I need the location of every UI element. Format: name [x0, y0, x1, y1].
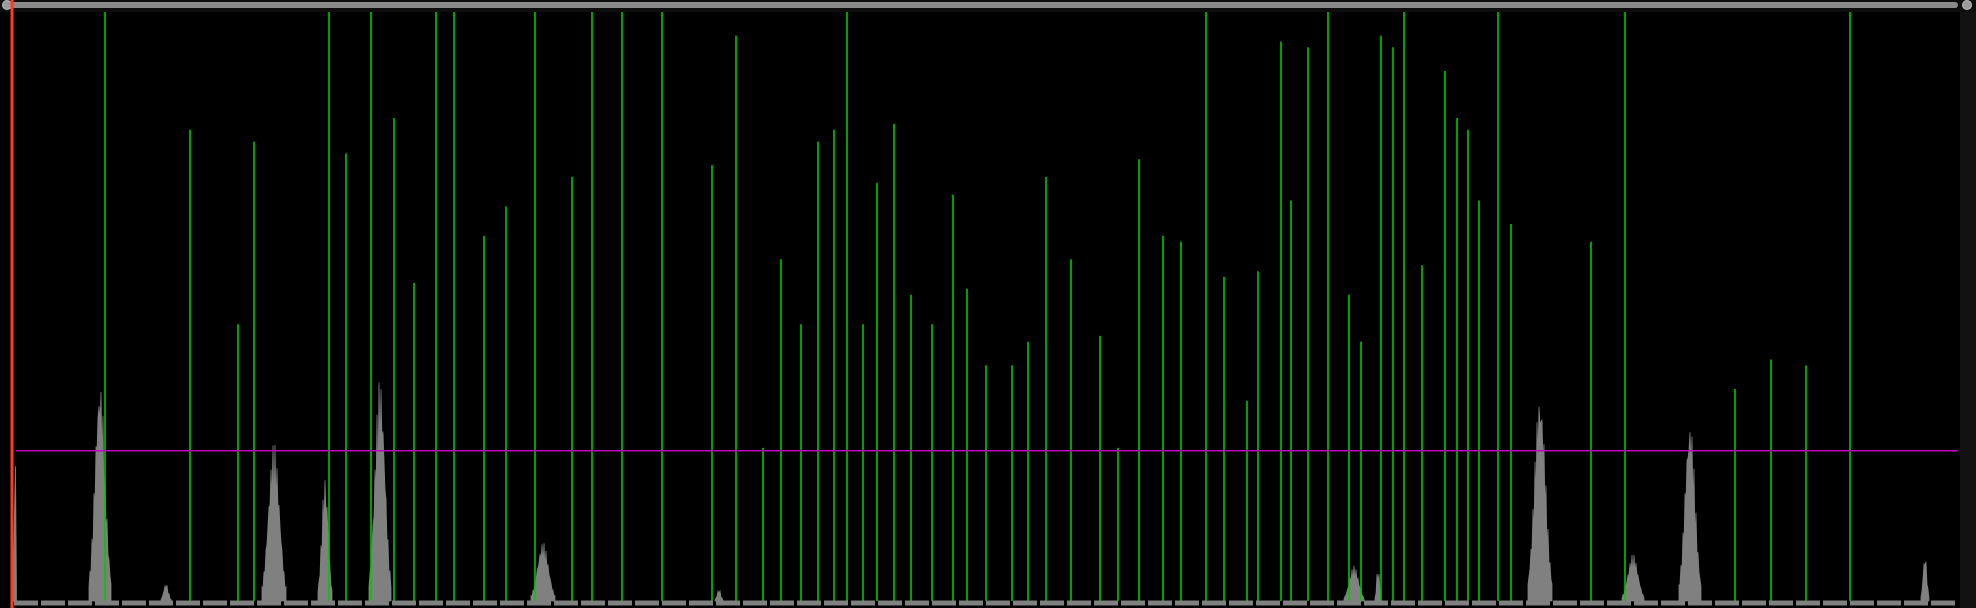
onset-plot[interactable]: [0, 0, 1976, 608]
onset-markers: [104, 12, 1851, 601]
detection-peak: [1527, 406, 1553, 602]
detection-peak: [160, 584, 172, 602]
detection-peak: [261, 444, 287, 602]
right-panel-edge: [1960, 12, 1976, 608]
onset-detection-view: [0, 0, 1976, 608]
detection-peak: [1920, 561, 1930, 602]
detection-peak: [88, 391, 112, 602]
detection-peak: [13, 466, 17, 602]
detection-peak: [1374, 573, 1382, 602]
detection-peak: [368, 382, 392, 602]
detection-peak: [714, 589, 724, 602]
detection-peak: [1678, 432, 1702, 602]
detection-peak: [317, 480, 333, 602]
detection-function: [13, 382, 1930, 602]
